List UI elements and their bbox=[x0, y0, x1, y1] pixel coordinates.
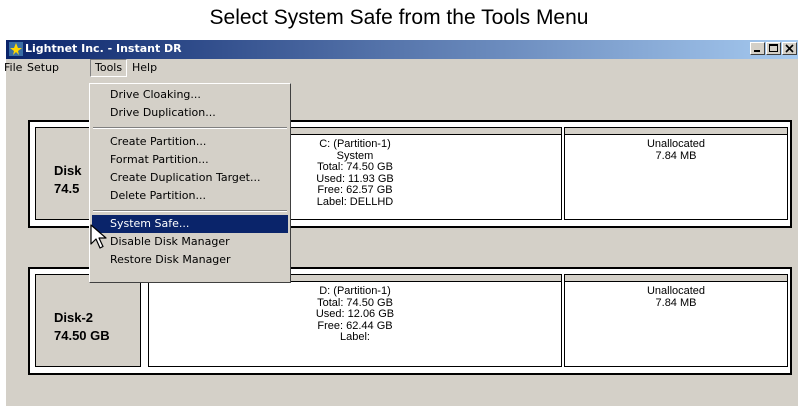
menu-help[interactable]: Help bbox=[128, 59, 161, 77]
maximize-icon bbox=[769, 44, 778, 52]
menu-item-create-duplication-target[interactable]: Create Duplication Target... bbox=[92, 169, 288, 187]
menu-tools[interactable]: Tools bbox=[90, 59, 128, 77]
title-bar[interactable]: Lightnet Inc. - Instant DR bbox=[6, 40, 798, 59]
partition-d[interactable]: D: (Partition-1) Total: 74.50 GB Used: 1… bbox=[148, 274, 562, 367]
menu-item-disable-disk-manager[interactable]: Disable Disk Manager bbox=[92, 233, 288, 251]
partition-line: Unallocated bbox=[646, 138, 706, 150]
tools-dropdown-menu: Drive Cloaking... Drive Duplication... C… bbox=[89, 83, 291, 283]
partition-line: D: (Partition-1) bbox=[319, 285, 391, 297]
partition-line: Label: bbox=[340, 331, 370, 343]
instruction-caption: Select System Safe from the Tools Menu bbox=[209, 6, 589, 29]
partition-line: 7.84 MB bbox=[655, 149, 697, 162]
close-icon bbox=[785, 44, 794, 53]
menu-item-format-partition[interactable]: Format Partition... bbox=[92, 151, 288, 169]
maximize-button[interactable] bbox=[766, 42, 781, 55]
menu-item-drive-duplication[interactable]: Drive Duplication... bbox=[92, 104, 288, 122]
partition-line: 7.84 MB bbox=[655, 296, 697, 309]
partition-line: Unallocated bbox=[646, 285, 706, 297]
disk-name: Disk bbox=[54, 163, 82, 178]
partition-line: Used: 12.06 GB bbox=[315, 308, 395, 320]
disk-name: Disk-2 bbox=[54, 310, 94, 325]
menu-item-create-partition[interactable]: Create Partition... bbox=[92, 133, 288, 151]
partition-header bbox=[565, 128, 787, 135]
window-title: Lightnet Inc. - Instant DR bbox=[25, 42, 182, 55]
mouse-pointer-icon bbox=[90, 224, 107, 249]
menu-bar: File Setup Tools Help bbox=[4, 59, 798, 77]
disk-panel-2: Disk-2 74.50 GB D: (Partition-1) Total: … bbox=[28, 267, 792, 375]
partition-unallocated-1[interactable]: Unallocated 7.84 MB bbox=[564, 127, 788, 220]
disk-label-box[interactable]: Disk-2 74.50 GB bbox=[35, 274, 141, 367]
menu-separator bbox=[93, 210, 287, 212]
partition-header bbox=[565, 275, 787, 282]
menu-item-drive-cloaking[interactable]: Drive Cloaking... bbox=[92, 86, 288, 104]
disk-size: 74.50 GB bbox=[54, 328, 110, 343]
minimize-button[interactable] bbox=[750, 42, 765, 55]
disk-size: 74.5 bbox=[54, 181, 80, 196]
app-icon bbox=[9, 42, 23, 56]
minimize-icon bbox=[754, 50, 760, 52]
menu-setup[interactable]: Setup bbox=[23, 59, 63, 77]
menu-item-delete-partition[interactable]: Delete Partition... bbox=[92, 187, 288, 205]
partition-unallocated-2[interactable]: Unallocated 7.84 MB bbox=[564, 274, 788, 367]
menu-separator bbox=[93, 127, 287, 129]
menu-item-system-safe[interactable]: System Safe... bbox=[92, 215, 288, 233]
close-button[interactable] bbox=[782, 42, 797, 55]
menu-item-restore-disk-manager[interactable]: Restore Disk Manager bbox=[92, 251, 288, 269]
